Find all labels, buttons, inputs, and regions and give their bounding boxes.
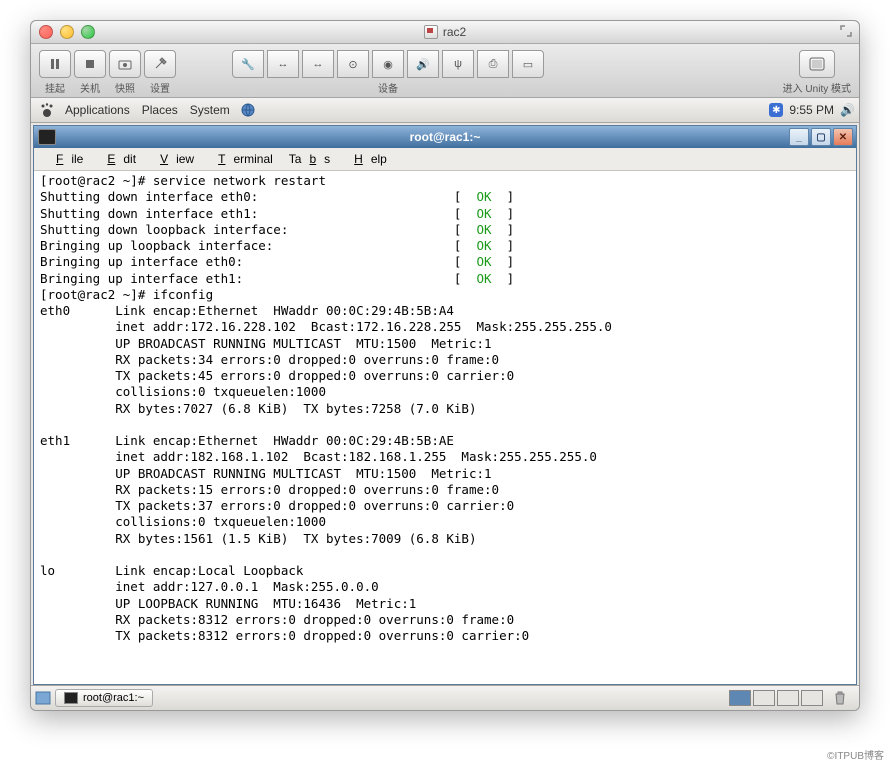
host-titlebar[interactable]: rac2 xyxy=(31,21,859,44)
window-close-button[interactable]: ✕ xyxy=(833,128,853,146)
workspace-3[interactable] xyxy=(777,690,799,706)
terminal-content[interactable]: [root@rac2 ~]# service network restart S… xyxy=(34,171,856,684)
host-title: rac2 xyxy=(443,25,466,39)
show-desktop-icon[interactable] xyxy=(35,691,51,705)
trash-icon[interactable] xyxy=(833,690,849,706)
device-tools-button[interactable]: 🔧 xyxy=(232,50,264,78)
host-toolbar: 挂起 关机 快照 设置 🔧 ↔ ↔ ⊙ ◉ 🔊 ψ ⎙ ▭ 设备 进入 Unit… xyxy=(31,44,859,98)
terminal-menubar[interactable]: File Edit View Terminal Tabs Help xyxy=(34,148,856,171)
bluetooth-icon[interactable]: ✱ xyxy=(769,103,783,117)
guest-screen: Applications Places System ✱ 9:55 PM 🔊 r… xyxy=(31,98,859,710)
vm-icon xyxy=(424,25,438,39)
menu-edit[interactable]: Edit xyxy=(91,150,144,168)
menu-terminal[interactable]: Terminal xyxy=(202,150,281,168)
menu-tabs[interactable]: Tabs xyxy=(281,150,338,168)
unity-button[interactable] xyxy=(799,50,835,78)
poweroff-button[interactable] xyxy=(74,50,106,78)
workspace-1[interactable] xyxy=(729,690,751,706)
terminal-titlebar[interactable]: root@rac1:~ _ ▢ ✕ xyxy=(34,126,856,148)
watermark: ©ITPUB博客 xyxy=(827,747,884,762)
device-display-button[interactable]: ▭ xyxy=(512,50,544,78)
browser-icon[interactable] xyxy=(240,102,256,118)
device-sound-button[interactable]: 🔊 xyxy=(407,50,439,78)
gnome-foot-icon[interactable] xyxy=(39,102,55,118)
taskbar-label: root@rac1:~ xyxy=(83,692,144,704)
clock[interactable]: 9:55 PM xyxy=(789,103,834,117)
taskbar-item[interactable]: root@rac1:~ xyxy=(55,689,153,707)
window-maximize-button[interactable]: ▢ xyxy=(811,128,831,146)
device-network2-button[interactable]: ↔ xyxy=(302,50,334,78)
terminal-icon xyxy=(38,129,56,145)
device-usb-button[interactable]: ψ xyxy=(442,50,474,78)
settings-button[interactable] xyxy=(144,50,176,78)
workspace-switcher[interactable] xyxy=(729,690,823,706)
device-printer-button[interactable]: ⎙ xyxy=(477,50,509,78)
snapshot-button[interactable] xyxy=(109,50,141,78)
terminal-window: root@rac1:~ _ ▢ ✕ File Edit View Termina… xyxy=(33,125,857,685)
terminal-title: root@rac1:~ xyxy=(410,130,481,144)
volume-icon[interactable]: 🔊 xyxy=(840,103,855,117)
terminal-task-icon xyxy=(64,692,78,704)
device-network1-button[interactable]: ↔ xyxy=(267,50,299,78)
gnome-bottom-panel[interactable]: root@rac1:~ xyxy=(31,685,859,710)
workspace-4[interactable] xyxy=(801,690,823,706)
workspace-2[interactable] xyxy=(753,690,775,706)
fullscreen-icon[interactable] xyxy=(839,24,853,38)
menu-help[interactable]: Help xyxy=(338,150,395,168)
host-window: rac2 挂起 关机 快照 设置 🔧 ↔ ↔ ⊙ ◉ 🔊 ψ ⎙ ▭ 设备 xyxy=(30,20,860,711)
menu-file[interactable]: File xyxy=(40,150,91,168)
gnome-top-panel[interactable]: Applications Places System ✱ 9:55 PM 🔊 xyxy=(31,98,859,123)
suspend-button[interactable] xyxy=(39,50,71,78)
menu-places[interactable]: Places xyxy=(136,103,184,117)
menu-view[interactable]: View xyxy=(144,150,202,168)
menu-system[interactable]: System xyxy=(184,103,236,117)
window-minimize-button[interactable]: _ xyxy=(789,128,809,146)
menu-applications[interactable]: Applications xyxy=(59,103,136,117)
device-cd-button[interactable]: ◉ xyxy=(372,50,404,78)
device-disk-button[interactable]: ⊙ xyxy=(337,50,369,78)
